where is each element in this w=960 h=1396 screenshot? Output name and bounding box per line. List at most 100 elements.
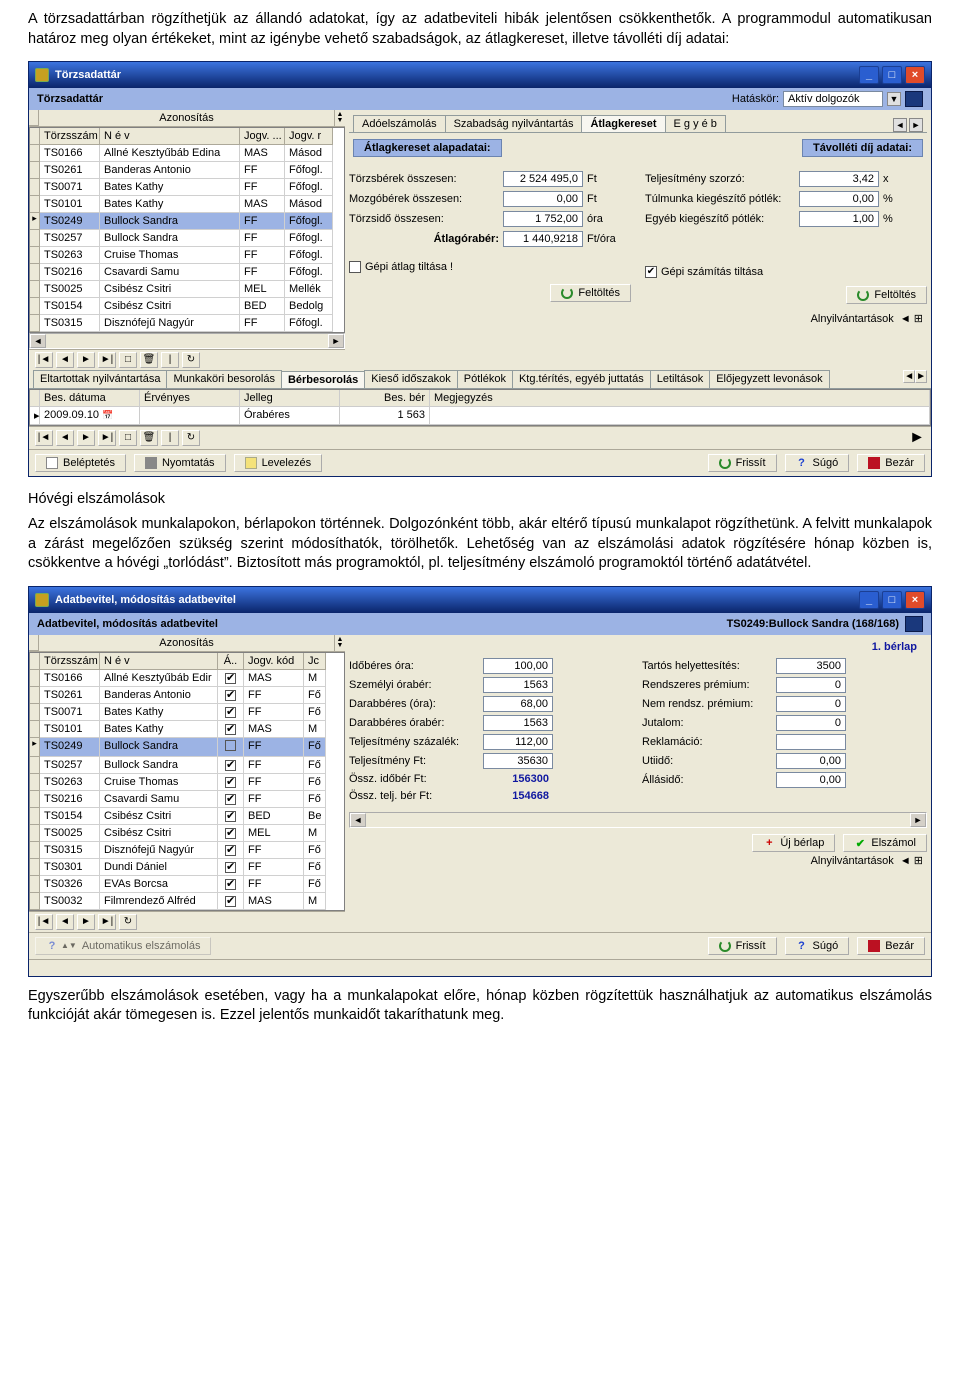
sub-nav-next[interactable]: ► [77,430,95,446]
subtab-scroll-right[interactable]: ► [915,370,927,383]
inp-mozgober[interactable] [503,191,583,207]
berbesorolas-grid[interactable]: Bes. dátuma Érvényes Jelleg Bes. bér Meg… [29,389,931,426]
subtab[interactable]: Letiltások [650,370,710,388]
table-row[interactable]: TS0101Bates Kathy✔MASM [30,721,344,738]
btn-feltoltes-right[interactable]: Feltöltés [846,286,927,304]
nav-new[interactable]: □ [119,352,137,368]
grid-sort-arrows[interactable]: ▲▼ [335,110,345,126]
scroll-right-icon[interactable]: ► [909,429,925,447]
sg-cell-megj[interactable] [430,407,930,425]
sub-nav-first[interactable]: |◄ [35,430,53,446]
tab-adoelszamolas[interactable]: Adóelszámolás [353,115,446,132]
close-button-2[interactable]: × [905,591,925,609]
field-input[interactable] [776,677,846,693]
subtab-scroll-left[interactable]: ◄ [903,370,915,383]
grid-sort-arrows-2[interactable]: ▲▼ [335,635,345,651]
col2-jc[interactable]: Jc [304,653,326,670]
btn-bezar-2[interactable]: Bezár [857,937,925,955]
table-row[interactable]: TS0257Bullock SandraFFFőfogl. [30,230,344,247]
maximize-button-2[interactable]: □ [882,591,902,609]
btn-feltoltes-left[interactable]: Feltöltés [550,284,631,302]
field-input[interactable] [483,715,553,731]
table-row[interactable]: TS0154Csibész Csitri✔BEDBe [30,808,344,825]
tab-scroll-right[interactable]: ► [909,118,923,132]
btn-frissit-2[interactable]: Frissít [708,937,777,955]
table-row[interactable]: ▸TS0249Bullock SandraFFFő [30,738,344,757]
table-row[interactable]: TS0032Filmrendező Alfréd✔MASM [30,893,344,910]
nav-last[interactable]: ►| [98,352,116,368]
table-row[interactable]: TS0166Allné Kesztyűbáb Edir✔MASM [30,670,344,687]
subtab[interactable]: Bérbesorolás [281,371,365,389]
g2-nav-prev[interactable]: ◄ [56,914,74,930]
col-jogvk[interactable]: Jogv. r [285,128,333,145]
table-row[interactable]: TS0025Csibész Csitri✔MELM [30,825,344,842]
table-row[interactable]: TS0315Disznófejű NagyúrFFFőfogl. [30,315,344,332]
field-input[interactable] [776,658,846,674]
chk-gepi-atlag[interactable]: Gépi átlag tiltása ! [349,261,453,273]
table-row[interactable]: ▸TS0249Bullock SandraFFFőfogl. [30,213,344,230]
btn-nyomtatas[interactable]: Nyomtatás [134,454,226,472]
field-input[interactable] [483,677,553,693]
btn-bezar[interactable]: Bezár [857,454,925,472]
inp-atlagoraber[interactable] [503,231,583,247]
tab-szabadsag[interactable]: Szabadság nyilvántartás [445,115,583,132]
minimize-button[interactable]: _ [859,66,879,84]
sg-col-ber[interactable]: Bes. bér [340,390,430,407]
inp-teljszorzo[interactable] [799,171,879,187]
btn-frissit[interactable]: Frissít [708,454,777,472]
btn-beleptetes[interactable]: Beléptetés [35,454,126,472]
inp-tulmunka[interactable] [799,191,879,207]
table-row[interactable]: TS0315Disznófejű Nagyúr✔FFFő [30,842,344,859]
employee-grid-2[interactable]: Törzsszám N é v Á.. Jogv. kód Jc TS0166A… [29,652,345,911]
table-row[interactable]: TS0025Csibész CsitriMELMellék [30,281,344,298]
table-row[interactable]: TS0263Cruise ThomasFFFőfogl. [30,247,344,264]
titlebar[interactable]: Törzsadattár _ □ × [29,62,931,88]
g2-nav-last[interactable]: ►| [98,914,116,930]
titlebar-2[interactable]: Adatbevitel, módosítás adatbevitel _ □ × [29,587,931,613]
col2-nev[interactable]: N é v [100,653,218,670]
field-input[interactable] [776,753,846,769]
panel-h-scrollbar[interactable]: ◄► [349,812,927,828]
field-input[interactable] [776,696,846,712]
field-input[interactable] [776,772,846,788]
subtab[interactable]: Kieső időszakok [364,370,458,388]
field-input[interactable] [483,753,553,769]
sub-nav-refresh[interactable]: ↻ [182,430,200,446]
tab-egyeb[interactable]: E g y é b [665,115,726,132]
tab-scroll-left[interactable]: ◄ [893,118,907,132]
sg-cell-date[interactable]: 2009.09.10 📅 [40,407,140,425]
table-row[interactable]: TS0257Bullock Sandra✔FFFő [30,757,344,774]
close-button[interactable]: × [905,66,925,84]
nav-delete[interactable]: 🗑 [140,352,158,368]
grid-h-scrollbar[interactable]: ◄► [29,333,345,349]
col2-tsz[interactable]: Törzsszám [40,653,100,670]
table-row[interactable]: TS0216Csavardi Samu✔FFFő [30,791,344,808]
field-input[interactable] [483,696,553,712]
subtab[interactable]: Előjegyzett levonások [709,370,829,388]
field-input[interactable] [776,715,846,731]
table-row[interactable]: TS0326EVAs Borcsa✔FFFő [30,876,344,893]
scope-dropdown[interactable] [783,91,883,107]
field-input[interactable] [483,734,553,750]
sub-nav-last[interactable]: ►| [98,430,116,446]
sg-col-megj[interactable]: Megjegyzés [430,390,930,407]
sub-nav-new[interactable]: □ [119,430,137,446]
subtab[interactable]: Eltartottak nyilvántartása [33,370,167,388]
subtab[interactable]: Pótlékok [457,370,513,388]
minimize-button-2[interactable]: _ [859,591,879,609]
pinned-icon-2[interactable] [905,616,923,632]
nav-next[interactable]: ► [77,352,95,368]
btn-levelezes[interactable]: Levelezés [234,454,323,472]
col-jogv[interactable]: Jogv. ... [240,128,285,145]
scope-dropdown-arrow[interactable]: ▼ [887,92,901,106]
table-row[interactable]: TS0071Bates KathyFFFőfogl. [30,179,344,196]
sg-col-date[interactable]: Bes. dátuma [40,390,140,407]
col-nev[interactable]: N é v [100,128,240,145]
inp-torzsber[interactable] [503,171,583,187]
btn-uj-berlap[interactable]: +Új bérlap [752,834,835,852]
table-row[interactable]: TS0166Allné Kesztyűbáb EdinaMASMásod [30,145,344,162]
inp-torszido[interactable] [503,211,583,227]
table-row[interactable]: TS0071Bates Kathy✔FFFő [30,704,344,721]
table-row[interactable]: TS0301Dundi Dániel✔FFFő [30,859,344,876]
chk-gepi-szamitas[interactable]: ✔Gépi számítás tiltása [645,266,763,278]
